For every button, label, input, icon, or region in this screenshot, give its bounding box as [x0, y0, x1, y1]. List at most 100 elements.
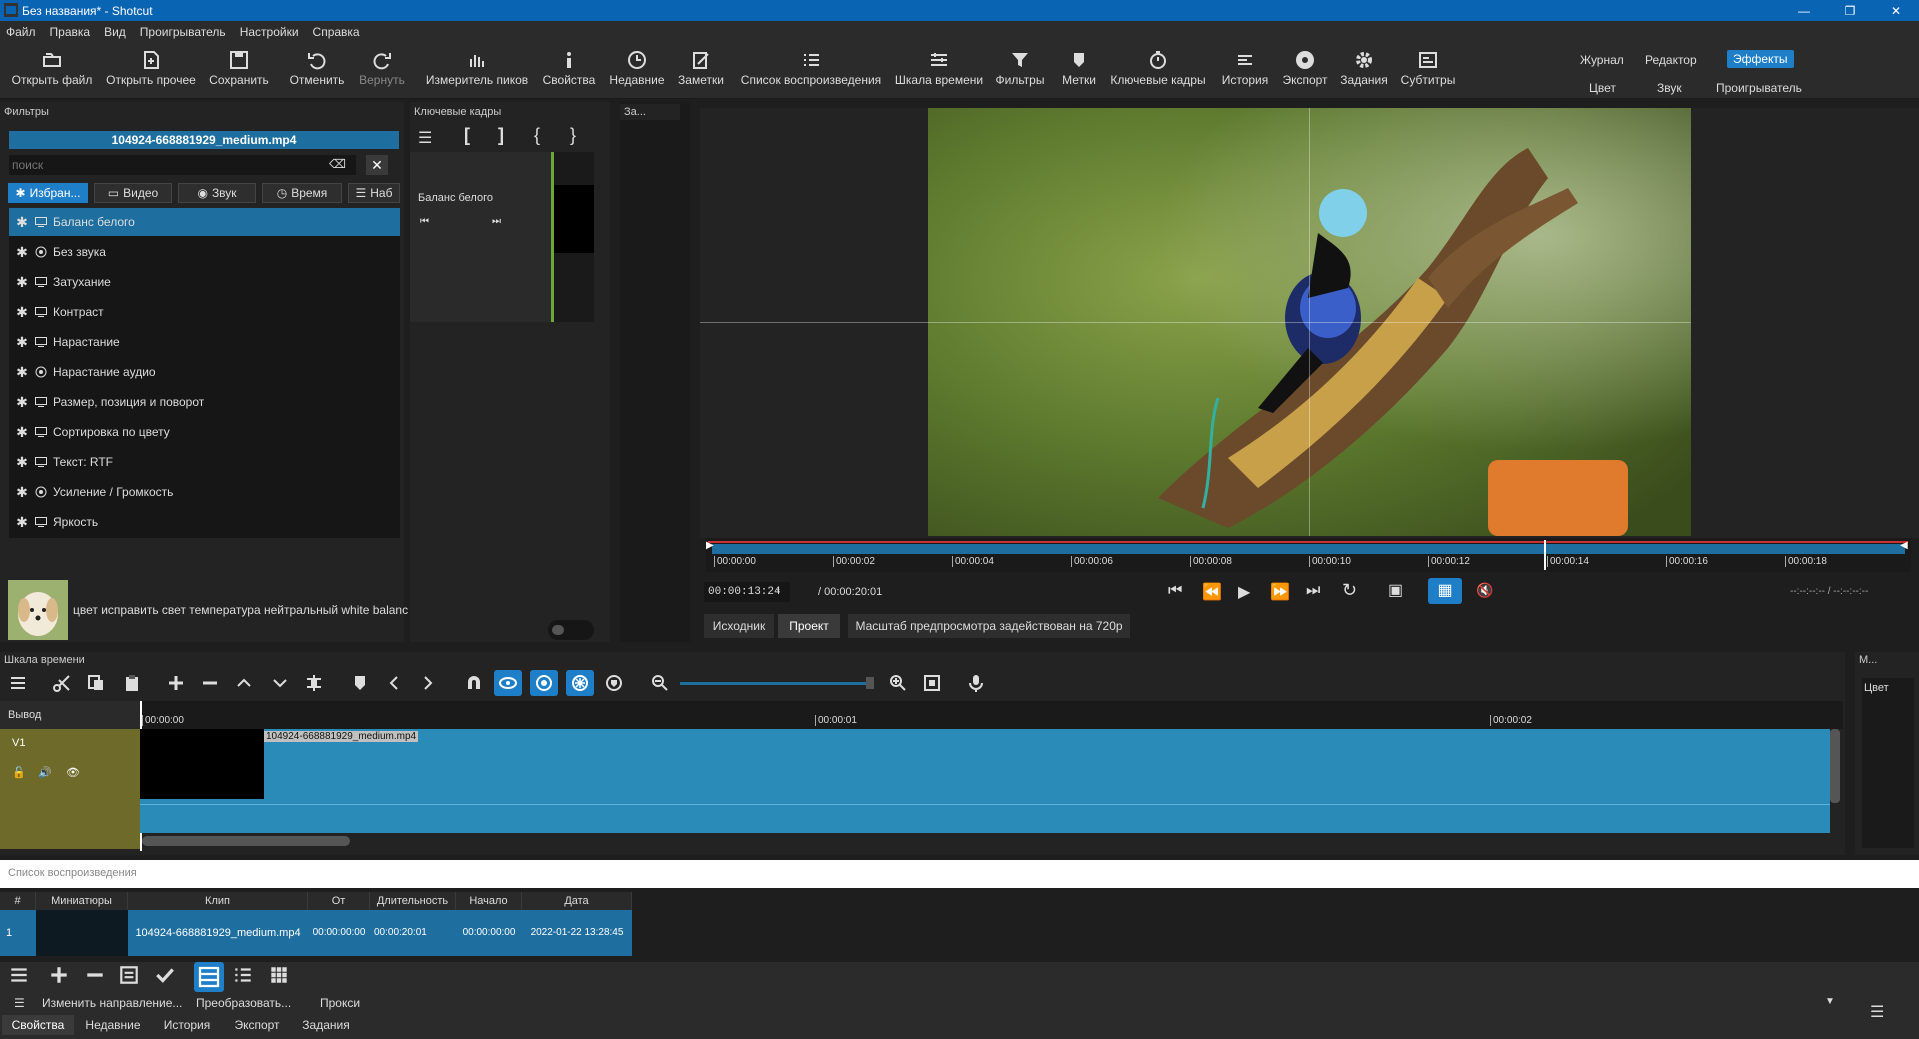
paste-icon[interactable] — [118, 670, 146, 696]
chevron-down-icon[interactable]: ▼ — [1825, 996, 1835, 1007]
properties-button[interactable]: Свойства — [540, 47, 598, 97]
table-row-clip[interactable]: 104924-668881929_medium.mp4 — [128, 910, 308, 956]
timeline-clip[interactable] — [140, 729, 1830, 833]
keyframes-button[interactable]: Ключевые кадры — [1108, 47, 1208, 97]
clear-search-icon[interactable]: ⌫ — [329, 157, 346, 171]
timeline-menu-icon[interactable] — [4, 670, 32, 696]
filter-item-size-position-rotate[interactable]: ✱ Размер, позиция и поворот — [9, 388, 400, 416]
tab-export[interactable]: Экспорт — [226, 1015, 288, 1035]
scrub-eye-icon[interactable] — [494, 670, 522, 696]
timeline-zoom-slider[interactable] — [680, 682, 870, 685]
overwrite-icon[interactable] — [266, 670, 294, 696]
set-in-bracket-icon[interactable]: [ — [464, 125, 470, 146]
tab-source[interactable]: Исходник — [704, 614, 774, 638]
filter-item-color-grading[interactable]: ✱ Сортировка по цвету — [9, 418, 400, 446]
fast-forward-icon[interactable]: ⏩ — [1270, 582, 1290, 602]
tab-properties[interactable]: Свойства — [2, 1015, 74, 1035]
recent-button[interactable]: Недавние — [606, 47, 668, 97]
simple-out-brace-icon[interactable]: } — [570, 125, 576, 146]
save-button[interactable]: Сохранить — [206, 47, 272, 97]
filter-item-brightness[interactable]: ✱ Яркость — [9, 508, 400, 536]
zoom-in-icon[interactable] — [884, 670, 912, 696]
open-file-button[interactable]: Открыть файл — [10, 47, 94, 97]
layout-player[interactable]: Проигрыватель — [1716, 81, 1802, 95]
col-header-thumbnails[interactable]: Миниатюры — [36, 892, 128, 910]
timeline-horizontal-scrollbar[interactable] — [142, 836, 350, 846]
filters-button[interactable]: Фильтры — [991, 47, 1049, 97]
close-window-icon[interactable]: ✕ — [1873, 0, 1919, 21]
table-row-thumbnail[interactable] — [36, 910, 128, 956]
cut-icon[interactable] — [48, 670, 76, 696]
tab-video[interactable]: ▭ Видео — [94, 183, 172, 203]
export-button[interactable]: Экспорт — [1280, 47, 1330, 97]
zoom-out-icon[interactable] — [646, 670, 674, 696]
lift-icon[interactable] — [230, 670, 258, 696]
record-audio-icon[interactable] — [962, 670, 990, 696]
copy-icon[interactable] — [82, 670, 110, 696]
ripple-icon[interactable] — [530, 670, 558, 696]
playlist-check-icon[interactable] — [154, 964, 180, 990]
table-row-start[interactable]: 00:00:00:00 — [456, 910, 522, 956]
hamburger-menu-icon[interactable]: ☰ — [1870, 1002, 1884, 1022]
volume-mute-icon[interactable]: 🔇 — [1476, 582, 1493, 599]
layout-color[interactable]: Цвет — [1589, 81, 1616, 95]
timeline-vertical-scrollbar[interactable] — [1830, 729, 1840, 803]
filter-item-text-rtf[interactable]: ✱ Текст: RTF — [9, 448, 400, 476]
table-row-from[interactable]: 00:00:00:00 — [308, 910, 370, 956]
filter-item-fade-in-audio[interactable]: ✱ Нарастание аудио — [9, 358, 400, 386]
history-button[interactable]: История — [1216, 47, 1274, 97]
skip-previous-icon[interactable]: ⏮ — [1168, 582, 1182, 600]
filter-item-white-balance[interactable]: ✱ Баланс белого — [9, 208, 400, 236]
in-point-marker-icon[interactable]: ▶ — [706, 540, 714, 551]
menu-help[interactable]: Справка — [313, 25, 360, 39]
subtitles-button[interactable]: Субтитры — [1396, 47, 1460, 97]
zoom-preview-icon[interactable]: ▣ — [1388, 580, 1403, 600]
timeline-ruler[interactable] — [140, 701, 1843, 729]
peak-meter-button[interactable]: Измеритель пиков — [424, 47, 530, 97]
notes-button[interactable]: Заметки — [674, 47, 728, 97]
position-timecode-field[interactable]: 00:00:13:24 ⇕ — [704, 582, 790, 602]
filter-search-input[interactable] — [9, 155, 319, 175]
lock-icon[interactable]: 🔓 — [12, 766, 26, 779]
playlist-add-icon[interactable] — [48, 964, 74, 990]
proxy-button[interactable]: Прокси — [320, 996, 360, 1010]
properties-menu-icon[interactable]: ☰ — [14, 996, 25, 1010]
reverse-button[interactable]: Изменить направление... — [42, 996, 188, 1010]
col-header-duration[interactable]: Длительность — [370, 892, 456, 910]
jobs-button[interactable]: Задания — [1338, 47, 1390, 97]
playlist-menu-icon[interactable] — [8, 964, 34, 990]
filter-item-fade-out[interactable]: ✱ Затухание — [9, 268, 400, 296]
keyframes-zoom-handle[interactable] — [552, 625, 564, 635]
tab-recent[interactable]: Недавние — [78, 1015, 148, 1035]
timeline-zoom-handle[interactable] — [866, 677, 874, 689]
col-header-date[interactable]: Дата — [522, 892, 632, 910]
grid-toggle-icon[interactable]: ▦ — [1428, 578, 1462, 604]
menu-settings[interactable]: Настройки — [240, 25, 299, 39]
loop-icon[interactable]: ↻ — [1342, 580, 1357, 601]
out-point-marker-icon[interactable]: ◀ — [1900, 540, 1908, 551]
prev-marker-icon[interactable] — [380, 670, 408, 696]
playlist-remove-icon[interactable] — [84, 964, 110, 990]
tab-favorites[interactable]: ✱ Избран... — [8, 183, 88, 203]
table-row-duration[interactable]: 00:00:20:01 — [370, 910, 456, 956]
maximize-icon[interactable]: ❐ — [1827, 0, 1873, 21]
snap-magnet-icon[interactable] — [460, 670, 488, 696]
filter-item-mute[interactable]: ✱ Без звука — [9, 238, 400, 266]
markers-button[interactable]: Метки — [1056, 47, 1102, 97]
table-row-number[interactable]: 1 — [0, 910, 36, 956]
layout-editor[interactable]: Редактор — [1645, 53, 1697, 67]
tab-time[interactable]: ◷ Время — [262, 183, 342, 203]
video-preview[interactable] — [928, 108, 1691, 536]
filter-item-contrast[interactable]: ✱ Контраст — [9, 298, 400, 326]
col-header-from[interactable]: От — [308, 892, 370, 910]
set-out-bracket-icon[interactable]: ] — [498, 125, 504, 146]
simple-in-brace-icon[interactable]: { — [534, 125, 540, 146]
prev-keyframe-icon[interactable]: ⏮ — [420, 216, 429, 227]
timeline-button[interactable]: Шкала времени — [891, 47, 987, 97]
menu-edit[interactable]: Правка — [50, 25, 91, 39]
remove-icon[interactable] — [196, 670, 224, 696]
play-icon[interactable]: ▶ — [1238, 582, 1250, 602]
rewind-icon[interactable]: ⏪ — [1202, 582, 1222, 602]
undo-button[interactable]: Отменить — [285, 47, 349, 97]
playlist-icon-view-icon[interactable] — [268, 964, 294, 990]
